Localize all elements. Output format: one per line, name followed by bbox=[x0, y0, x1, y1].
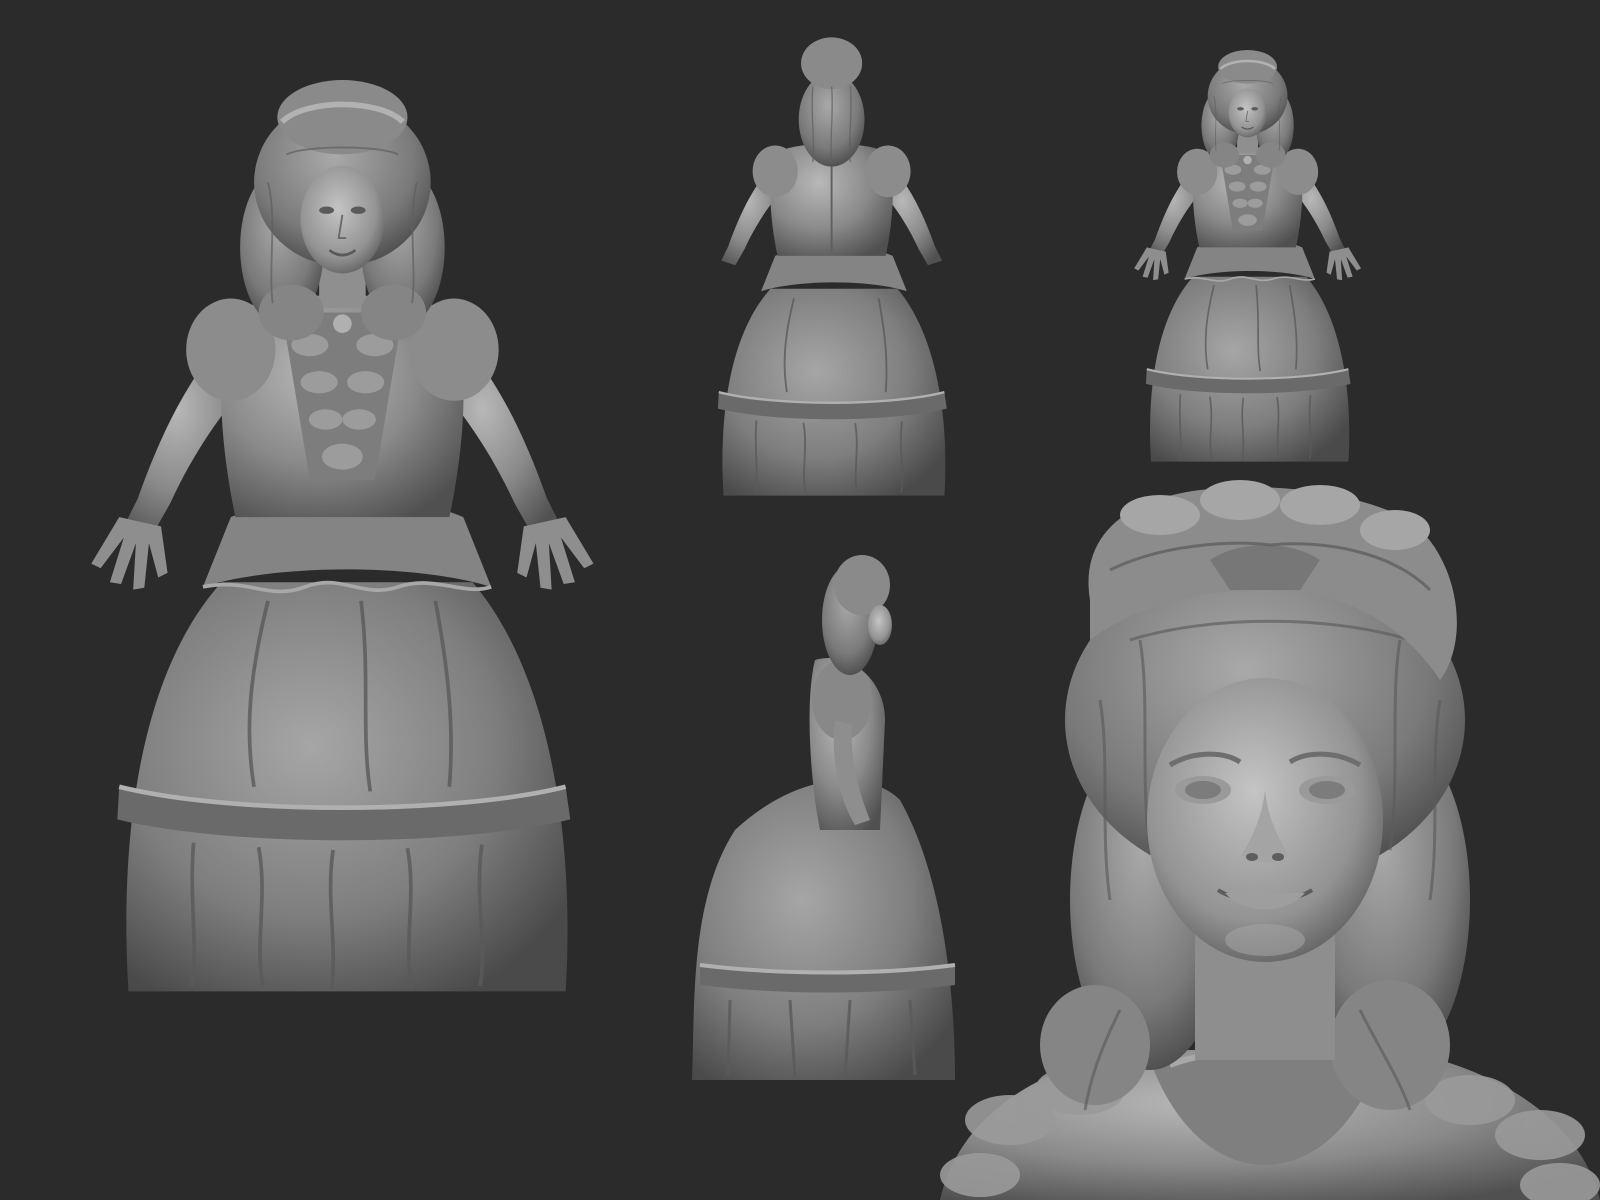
view-back bbox=[716, 36, 948, 497]
view-side bbox=[692, 555, 956, 1080]
view-bust-closeup bbox=[940, 480, 1600, 1200]
render-canvas bbox=[0, 36, 1600, 1200]
view-front-small bbox=[1132, 48, 1363, 463]
view-front-full bbox=[91, 80, 593, 991]
sculpt-render-sheet bbox=[0, 0, 1600, 1200]
